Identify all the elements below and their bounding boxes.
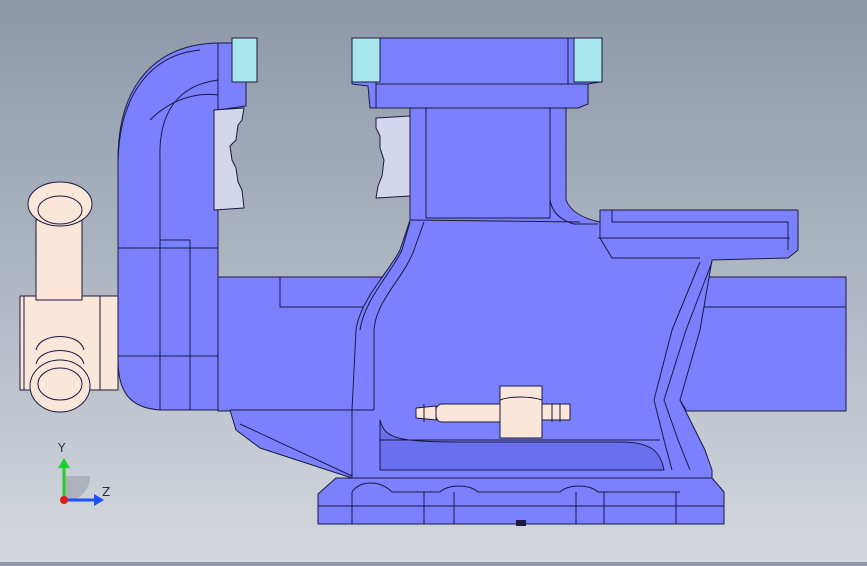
rear-jaw-face [213,107,245,211]
fixed-jaw-body [351,37,799,491]
cad-viewport[interactable]: Y Z [0,0,867,562]
handle-assembly [19,181,119,413]
vise-model[interactable] [0,0,867,562]
rear-jaw-plate [231,37,258,83]
front-jaw-plate-left [351,37,381,83]
axis-label-z: Z [102,485,111,499]
fixed-jaw-face [375,115,411,199]
swivel-base [317,477,725,526]
front-jaw-plate-right [573,37,603,83]
axis-label-y: Y [58,441,66,455]
axis-triad [58,458,104,506]
